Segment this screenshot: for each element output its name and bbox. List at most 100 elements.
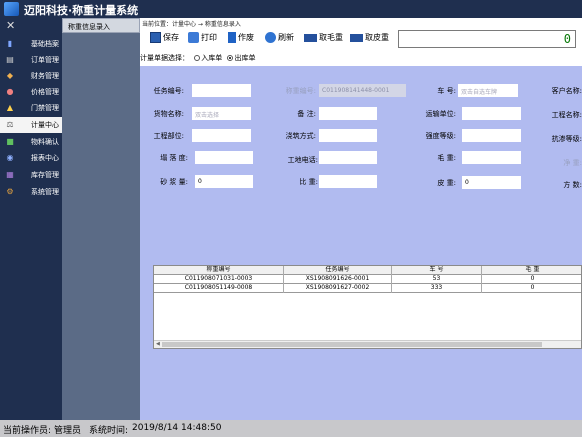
part-field[interactable]: [192, 129, 251, 142]
mortar-label: 砂 浆 量:: [160, 178, 188, 186]
gate-icon: ▲: [6, 103, 14, 112]
price-icon: ●: [6, 87, 14, 96]
status-bar: 当前操作员: 管理员 系统时间: 2019/8/14 14:48:50: [0, 420, 582, 437]
sidebar-item-inventory[interactable]: ▦ 库存管理: [0, 167, 62, 183]
table-cell: XS1908091626-0001: [284, 275, 392, 284]
system-time-label: 系统时间:: [89, 426, 129, 436]
weighing-records-table: 称重编号 任务编号 车 号 毛 重 C011908071031-0003 XS1…: [153, 265, 582, 349]
sidebar-item-system[interactable]: ⚙ 系统管理: [0, 184, 62, 200]
column-header[interactable]: 毛 重: [482, 266, 581, 275]
weigh-no-label: 称重编号:: [285, 87, 316, 95]
material-icon: ■: [6, 137, 14, 146]
sidebar-item-report[interactable]: ◉ 报表中心: [0, 150, 62, 166]
weigh-no-field: C011908141448-0001: [319, 84, 406, 97]
remark-field[interactable]: [319, 107, 377, 120]
net-label: 净 重:: [563, 159, 582, 167]
system-time: 2019/8/14 14:48:50: [132, 423, 222, 433]
void-button[interactable]: 作废: [228, 32, 254, 48]
table-header: 称重编号 任务编号 车 号 毛 重: [154, 266, 581, 275]
truck-icon: [304, 33, 317, 42]
impermeability-label: 抗渗等级:: [551, 135, 582, 143]
table-row[interactable]: C011908051149-0008 XS1908091627-0002 333…: [154, 284, 581, 293]
print-icon: [188, 32, 199, 43]
direction-selector: 计量单据选择： 入库单 出库单: [140, 54, 256, 62]
sidebar-item-archive[interactable]: ▮ 基础档案: [0, 36, 62, 52]
main-panel: 当前位置：计量中心 → 称重信息录入 保存 打印 作废 刷新 取毛重 取皮重 0…: [140, 18, 582, 420]
volume-label: 方 数:: [563, 181, 582, 189]
site-phone-label: 工地电话:: [287, 156, 318, 164]
table-cell: 53: [392, 275, 482, 284]
tare-label: 皮 重:: [437, 179, 456, 187]
finance-icon: ◆: [6, 71, 14, 80]
toolbar: 当前位置：计量中心 → 称重信息录入 保存 打印 作废 刷新 取毛重 取皮重 0…: [140, 18, 582, 66]
mortar-field[interactable]: 0: [195, 175, 253, 188]
strength-label: 强度等级:: [425, 132, 456, 140]
goods-field[interactable]: 双击选择: [192, 107, 251, 120]
column-header[interactable]: 车 号: [392, 266, 482, 275]
inbound-radio[interactable]: [194, 55, 201, 61]
horizontal-scrollbar[interactable]: ◀: [154, 340, 581, 348]
order-icon: ▤: [6, 55, 14, 64]
gross-label: 毛 重:: [437, 154, 456, 162]
project-label: 工程名称:: [551, 111, 582, 119]
tab-weighing-entry[interactable]: 称重信息录入: [62, 18, 140, 33]
task-no-field[interactable]: [192, 84, 251, 97]
carrier-field[interactable]: [462, 107, 521, 120]
app-title: 迈阳科技·称重计量系统: [24, 4, 139, 17]
scroll-left-icon[interactable]: ◀: [156, 341, 160, 347]
void-icon: [228, 32, 236, 43]
pour-field[interactable]: [319, 129, 377, 142]
sidebar-item-finance[interactable]: ◆ 财务管理: [0, 68, 62, 84]
save-icon: [150, 32, 161, 43]
table-cell: C011908051149-0008: [154, 284, 284, 293]
goods-label: 货物名称:: [153, 110, 184, 118]
slump-label: 塌 落 度:: [160, 154, 188, 162]
title-bar: 迈阳科技·称重计量系统: [0, 0, 582, 18]
plate-no-label: 车 号:: [437, 87, 456, 95]
truck-icon: [350, 33, 363, 42]
close-icon[interactable]: ✕: [6, 19, 15, 32]
sidebar-item-measure[interactable]: ⚖ 计量中心: [0, 117, 62, 133]
refresh-icon: [265, 32, 276, 43]
inventory-icon: ▦: [6, 170, 14, 179]
site-phone-field[interactable]: [319, 151, 377, 164]
scrollbar-thumb[interactable]: [162, 342, 542, 347]
operator-label: 当前操作员:: [3, 426, 52, 436]
weight-display: 0: [398, 30, 576, 48]
sidebar-item-orders[interactable]: ▤ 订单管理: [0, 52, 62, 68]
outbound-radio[interactable]: [227, 55, 234, 61]
part-label: 工程部位:: [153, 132, 184, 140]
get-gross-weight-button[interactable]: 取毛重: [304, 32, 343, 48]
sidebar-item-price[interactable]: ● 价格管理: [0, 84, 62, 100]
get-tare-weight-button[interactable]: 取皮重: [350, 32, 389, 48]
operator-name: 管理员: [54, 426, 82, 436]
table-row[interactable]: C011908071031-0003 XS1908091626-0001 53 …: [154, 275, 581, 284]
density-field[interactable]: [319, 175, 377, 188]
strength-field[interactable]: [462, 129, 521, 142]
density-label: 比 重:: [299, 178, 318, 186]
column-header[interactable]: 任务编号: [284, 266, 392, 275]
slump-field[interactable]: [195, 151, 253, 164]
system-icon: ⚙: [6, 187, 14, 196]
table-cell: 0: [530, 284, 535, 291]
print-button[interactable]: 打印: [188, 32, 217, 48]
plate-no-field[interactable]: 双击自选车牌: [458, 84, 518, 97]
sidebar: ✕ ▮ 基础档案 ▤ 订单管理 ◆ 财务管理 ● 价格管理 ▲ 门禁管理 ⚖ 计…: [0, 18, 62, 420]
sidebar-item-material[interactable]: ■ 物料确认: [0, 134, 62, 150]
carrier-label: 运输单位:: [425, 110, 456, 118]
task-no-label: 任务编号:: [153, 87, 184, 95]
remark-label: 备 注:: [297, 110, 316, 118]
table-cell: C011908071031-0003: [154, 275, 284, 284]
save-button[interactable]: 保存: [150, 32, 179, 48]
report-icon: ◉: [6, 153, 14, 162]
tare-field[interactable]: 0: [462, 176, 521, 189]
column-header[interactable]: 称重编号: [154, 266, 284, 275]
measure-icon: ⚖: [6, 120, 14, 129]
table-cell: XS1908091627-0002: [284, 284, 392, 293]
gross-field[interactable]: [462, 151, 521, 164]
sidebar-item-gate[interactable]: ▲ 门禁管理: [0, 100, 62, 116]
app-logo-icon: [4, 2, 19, 16]
customer-label: 客户名称:: [551, 87, 582, 95]
pour-label: 浇筑方式:: [285, 132, 316, 140]
refresh-button[interactable]: 刷新: [265, 32, 294, 48]
